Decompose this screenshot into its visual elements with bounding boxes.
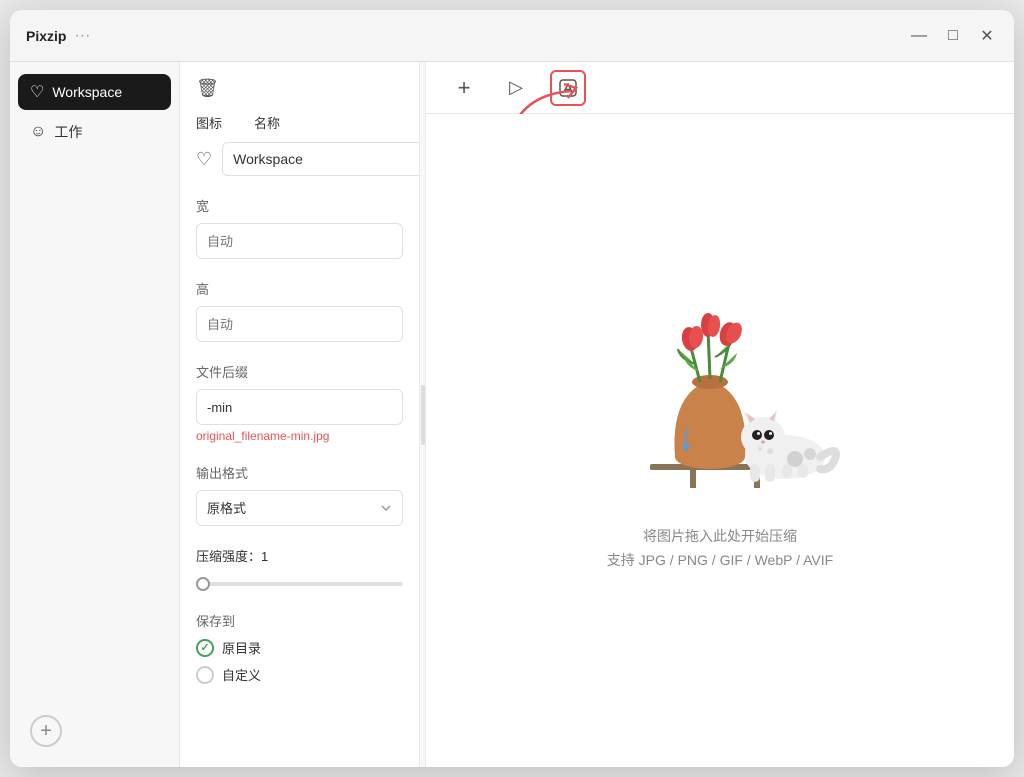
icon-col-header: 图标 (196, 113, 222, 132)
drop-text-line2: 支持 JPG / PNG / GIF / WebP / AVIF (607, 549, 833, 573)
add-workspace-button[interactable]: + (30, 715, 62, 747)
compression-slider[interactable] (196, 582, 403, 586)
settings-wrapper: 🗑 图标 名称 ♡ 宽 高 (180, 62, 426, 767)
filename-prefix: original_filename (196, 429, 287, 443)
save-original-option[interactable]: 原目录 (196, 638, 403, 657)
sidebar: ♡ Workspace ☺ 工作 + (10, 62, 180, 767)
right-panel: + ▷ (426, 62, 1014, 767)
height-section: 高 (196, 279, 403, 342)
drop-text: 将图片拖入此处开始压缩 支持 JPG / PNG / GIF / WebP / … (607, 525, 833, 573)
workspace-name-row: ♡ (196, 142, 403, 176)
toolbar: + ▷ (426, 62, 1014, 114)
name-col-header: 名称 (254, 113, 280, 132)
compression-section: 压缩强度：1 (196, 546, 403, 591)
height-input[interactable] (196, 306, 403, 342)
filename-suffix-red: -min (287, 429, 310, 443)
compression-label: 压缩强度：1 (196, 546, 403, 565)
sidebar-footer: + (18, 707, 171, 755)
width-section: 宽 (196, 196, 403, 259)
window-controls: — □ ✕ (908, 25, 998, 47)
sidebar-item-work[interactable]: ☺ 工作 (18, 114, 171, 150)
sidebar-item-workspace-label: Workspace (52, 84, 122, 100)
save-section: 保存到 原目录 自定义 (196, 611, 403, 684)
add-button[interactable]: + (446, 70, 482, 106)
sidebar-item-work-label: 工作 (54, 122, 82, 142)
delete-icon[interactable]: 🗑 (196, 78, 219, 98)
app-title: Pixzip (26, 28, 66, 44)
radio-original-indicator (196, 639, 214, 657)
compress-button[interactable] (550, 70, 586, 106)
filename-preview: original_filename-min.jpg (196, 429, 403, 443)
filename-ext: .jpg (310, 429, 329, 443)
width-label: 宽 (196, 196, 403, 215)
scrollbar-thumb (421, 385, 425, 445)
drop-illustration (600, 309, 840, 509)
work-icon: ☺ (30, 123, 46, 141)
height-label: 高 (196, 279, 403, 298)
suffix-label: 文件后缀 (196, 362, 403, 381)
format-section: 输出格式 原格式 JPG PNG WebP AVIF (196, 463, 403, 526)
close-button[interactable]: ✕ (976, 25, 998, 47)
minimize-button[interactable]: — (908, 25, 930, 47)
workspace-name-input[interactable] (222, 142, 420, 176)
maximize-button[interactable]: □ (942, 25, 964, 47)
save-label: 保存到 (196, 611, 403, 630)
compression-value: 1 (261, 549, 268, 564)
app-menu-dots[interactable]: ··· (74, 27, 90, 45)
sidebar-item-workspace[interactable]: ♡ Workspace (18, 74, 171, 110)
suffix-input[interactable] (196, 389, 403, 425)
workspace-icon: ♡ (30, 82, 44, 102)
width-input[interactable] (196, 223, 403, 259)
save-original-label: 原目录 (222, 638, 261, 657)
save-radio-group: 原目录 自定义 (196, 638, 403, 684)
workspace-icon-cell: ♡ (196, 143, 212, 175)
titlebar: Pixzip ··· — □ ✕ (10, 10, 1014, 62)
drop-area[interactable]: 将图片拖入此处开始压缩 支持 JPG / PNG / GIF / WebP / … (426, 114, 1014, 767)
compress-icon (557, 77, 579, 99)
radio-custom-indicator (196, 666, 214, 684)
save-custom-option[interactable]: 自定义 (196, 665, 403, 684)
play-button[interactable]: ▷ (498, 70, 534, 106)
settings-panel: 🗑 图标 名称 ♡ 宽 高 (180, 62, 420, 767)
content-area: ♡ Workspace ☺ 工作 + 🗑 图标 名称 (10, 62, 1014, 767)
drop-text-line1: 将图片拖入此处开始压缩 (607, 525, 833, 549)
format-select[interactable]: 原格式 JPG PNG WebP AVIF (196, 490, 403, 526)
format-label: 输出格式 (196, 463, 403, 482)
col-headers: 图标 名称 (196, 113, 403, 132)
save-custom-label: 自定义 (222, 665, 261, 684)
illustration (600, 309, 840, 509)
suffix-section: 文件后缀 original_filename-min.jpg (196, 362, 403, 443)
